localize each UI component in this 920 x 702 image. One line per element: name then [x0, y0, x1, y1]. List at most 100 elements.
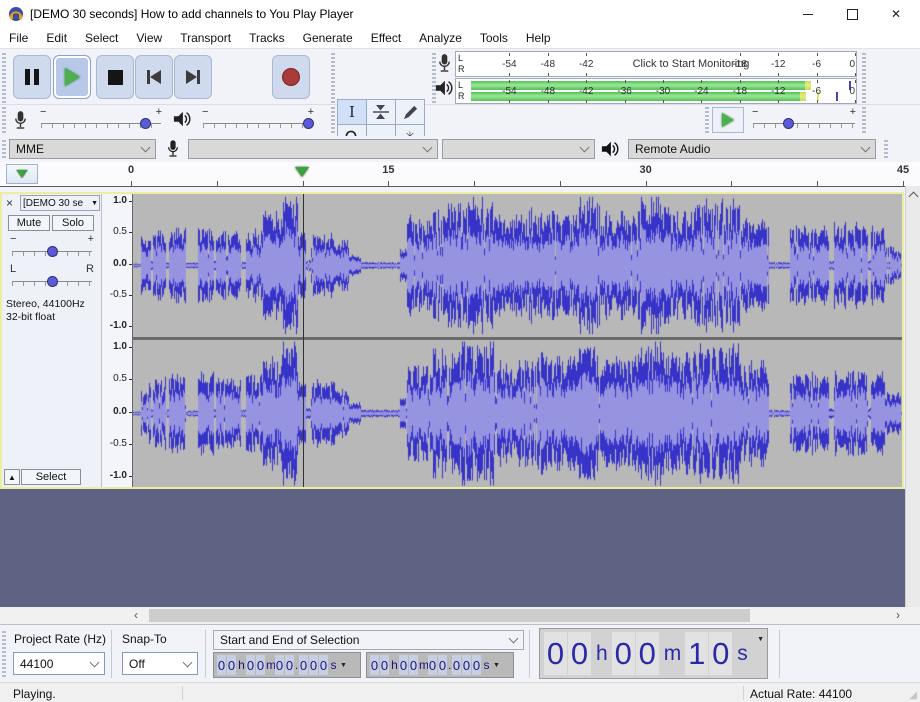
pan-thumb[interactable]	[47, 276, 58, 287]
menu-item-select[interactable]: Select	[76, 28, 127, 48]
time-digit[interactable]: 0	[227, 655, 236, 675]
transport-toolbar-grip[interactable]	[2, 53, 6, 103]
skip-to-start-button[interactable]	[135, 55, 173, 99]
gain-thumb[interactable]	[47, 246, 58, 257]
time-digit[interactable]: 0	[399, 655, 408, 675]
horizontal-scroll-thumb[interactable]	[149, 609, 750, 622]
menu-item-analyze[interactable]: Analyze	[410, 28, 471, 48]
toolbar-end-grip[interactable]	[862, 53, 866, 103]
time-digit[interactable]: 0	[217, 655, 226, 675]
position-digit[interactable]: 0	[544, 632, 567, 675]
tools-toolbar-grip[interactable]	[331, 53, 335, 103]
device-toolbar-end-grip[interactable]	[884, 140, 888, 160]
device-toolbar-grip[interactable]	[2, 140, 6, 160]
time-format-arrow-icon[interactable]: ▼	[757, 636, 764, 643]
play-at-speed-button[interactable]	[712, 107, 744, 133]
horizontal-scrollbar[interactable]: ‹ ›	[0, 607, 920, 624]
audio-host-select[interactable]: MME	[9, 139, 156, 159]
position-digit[interactable]: 1	[685, 632, 708, 675]
time-digit[interactable]: m	[266, 658, 275, 672]
scroll-up-icon[interactable]	[909, 192, 919, 202]
record-button[interactable]	[272, 55, 310, 99]
minimize-button[interactable]	[786, 0, 830, 28]
edit-toolbar-grip[interactable]	[331, 107, 335, 133]
collapse-track-button[interactable]: ▲	[4, 469, 20, 485]
menu-item-generate[interactable]: Generate	[294, 28, 362, 48]
position-digit[interactable]: 0	[568, 632, 591, 675]
monitoring-message[interactable]: Click to Start Monitoring	[633, 59, 750, 70]
time-digit[interactable]: 0	[275, 655, 284, 675]
time-digit[interactable]: s	[482, 658, 491, 672]
playback-volume-thumb[interactable]	[303, 118, 314, 129]
menu-item-transport[interactable]: Transport	[171, 28, 240, 48]
time-digit[interactable]: h	[390, 658, 399, 672]
track-close-button[interactable]: ×	[6, 196, 13, 210]
selection-tool-button[interactable]: I	[337, 99, 367, 125]
pan-slider[interactable]: L R	[8, 264, 96, 290]
menu-item-effect[interactable]: Effect	[362, 28, 410, 48]
menu-item-edit[interactable]: Edit	[37, 28, 76, 48]
time-digit[interactable]: m	[419, 658, 428, 672]
mixer-toolbar-grip[interactable]	[2, 107, 6, 133]
waveform-channel-right[interactable]	[133, 340, 902, 487]
selection-end-time[interactable]: 00h00m00.000s▼	[366, 652, 514, 678]
playback-device-select[interactable]: Remote Audio	[628, 139, 876, 159]
time-digit[interactable]: 0	[438, 655, 447, 675]
playback-speed-slider[interactable]: − +	[748, 107, 860, 133]
project-rate-select[interactable]: 44100	[13, 652, 105, 675]
track-select-button[interactable]: Select	[21, 469, 81, 485]
empty-track-canvas[interactable]	[0, 489, 905, 607]
time-digit[interactable]: 0	[309, 655, 318, 675]
pause-button[interactable]	[13, 55, 51, 99]
audio-position-display[interactable]: 00h00m10s▼	[539, 628, 768, 679]
gain-slider[interactable]: − +	[8, 234, 96, 260]
time-digit[interactable]: 0	[299, 655, 308, 675]
play-button[interactable]	[53, 55, 91, 99]
recording-channels-select[interactable]	[442, 139, 595, 159]
timeline-pin-button[interactable]	[6, 164, 38, 184]
solo-button[interactable]: Solo	[52, 215, 94, 231]
selection-toolbar-grip[interactable]	[2, 631, 6, 677]
time-digit[interactable]: 0	[428, 655, 437, 675]
waveform-channel-left[interactable]	[133, 194, 902, 337]
track-title-button[interactable]: [DEMO 30 se▼	[20, 195, 100, 211]
time-digit[interactable]: 0	[370, 655, 379, 675]
playback-meter[interactable]: L R -54-48-42-36-30-24-18-12-60	[455, 78, 857, 104]
time-digit[interactable]: 0	[380, 655, 389, 675]
playback-speed-thumb[interactable]	[783, 118, 794, 129]
selection-start-time[interactable]: 00h00m00.000s▼	[213, 652, 361, 678]
menu-item-file[interactable]: File	[0, 28, 37, 48]
time-digit[interactable]: 0	[246, 655, 255, 675]
scroll-left-icon[interactable]: ‹	[134, 608, 138, 622]
resize-grip[interactable]: ◢	[909, 690, 917, 701]
time-format-arrow-icon[interactable]: ▼	[493, 662, 500, 669]
time-digit[interactable]: 0	[319, 655, 328, 675]
time-digit[interactable]: 0	[472, 655, 481, 675]
vertical-scale-ruler[interactable]: 1.00.50.0-0.5-1.01.00.50.0-0.5-1.0	[102, 194, 133, 487]
waveform-area[interactable]	[133, 194, 902, 487]
playback-volume-slider[interactable]: − +	[198, 107, 318, 133]
time-digit[interactable]: 0	[285, 655, 294, 675]
position-digit[interactable]: 0	[612, 632, 635, 675]
scroll-right-icon[interactable]: ›	[896, 608, 900, 622]
time-digit[interactable]: 0	[409, 655, 418, 675]
time-digit[interactable]: s	[329, 658, 338, 672]
time-digit[interactable]: 0	[256, 655, 265, 675]
record-meter-mic-icon[interactable]	[437, 53, 452, 74]
snap-to-select[interactable]: Off	[122, 652, 198, 675]
recording-volume-slider[interactable]: − +	[36, 107, 166, 133]
vertical-scrollbar[interactable]	[905, 186, 920, 607]
menu-item-tools[interactable]: Tools	[471, 28, 517, 48]
position-digit[interactable]: 0	[636, 632, 659, 675]
recording-device-select[interactable]	[188, 139, 438, 159]
time-digit[interactable]: 0	[462, 655, 471, 675]
skip-to-end-button[interactable]	[174, 55, 212, 99]
selection-mode-select[interactable]: Start and End of Selection	[213, 630, 524, 650]
recording-volume-thumb[interactable]	[140, 118, 151, 129]
position-digit[interactable]: 0	[709, 632, 732, 675]
menu-item-tracks[interactable]: Tracks	[240, 28, 294, 48]
maximize-button[interactable]	[830, 0, 874, 28]
stop-button[interactable]	[96, 55, 134, 99]
time-digit[interactable]: h	[237, 658, 246, 672]
play-at-speed-grip[interactable]	[705, 107, 709, 133]
